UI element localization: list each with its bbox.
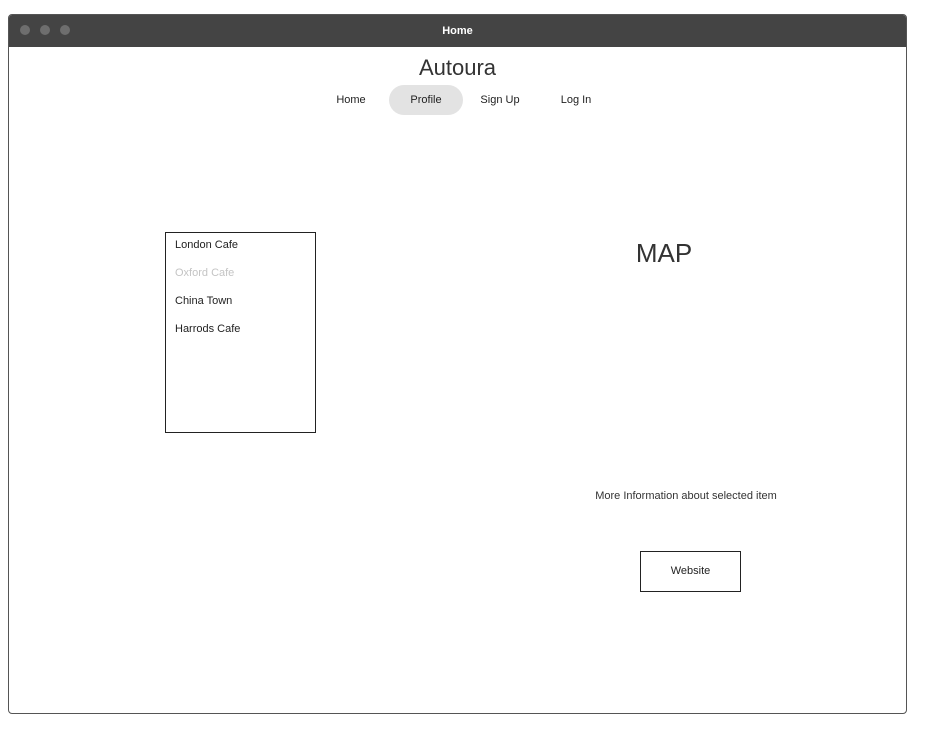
list-item[interactable]: Oxford Cafe [175, 267, 234, 279]
places-list: London Cafe Oxford Cafe China Town Harro… [165, 232, 316, 433]
nav-profile[interactable]: Profile [389, 85, 463, 115]
brand-title: Autoura [418, 55, 497, 80]
list-item[interactable]: Harrods Cafe [175, 323, 240, 335]
nav-log-in[interactable]: Log In [555, 85, 597, 115]
list-item[interactable]: China Town [175, 295, 232, 307]
map-placeholder: MAP [635, 238, 693, 268]
selected-item-info: More Information about selected item [595, 490, 777, 502]
app-window: Home Autoura Home Profile Sign Up Log In… [8, 14, 907, 714]
list-item[interactable]: London Cafe [175, 239, 238, 251]
window-title: Home [442, 25, 473, 37]
website-button[interactable]: Website [640, 551, 741, 592]
nav-sign-up[interactable]: Sign Up [475, 85, 525, 115]
nav-home[interactable]: Home [331, 85, 371, 115]
title-bar: Home [9, 15, 906, 47]
